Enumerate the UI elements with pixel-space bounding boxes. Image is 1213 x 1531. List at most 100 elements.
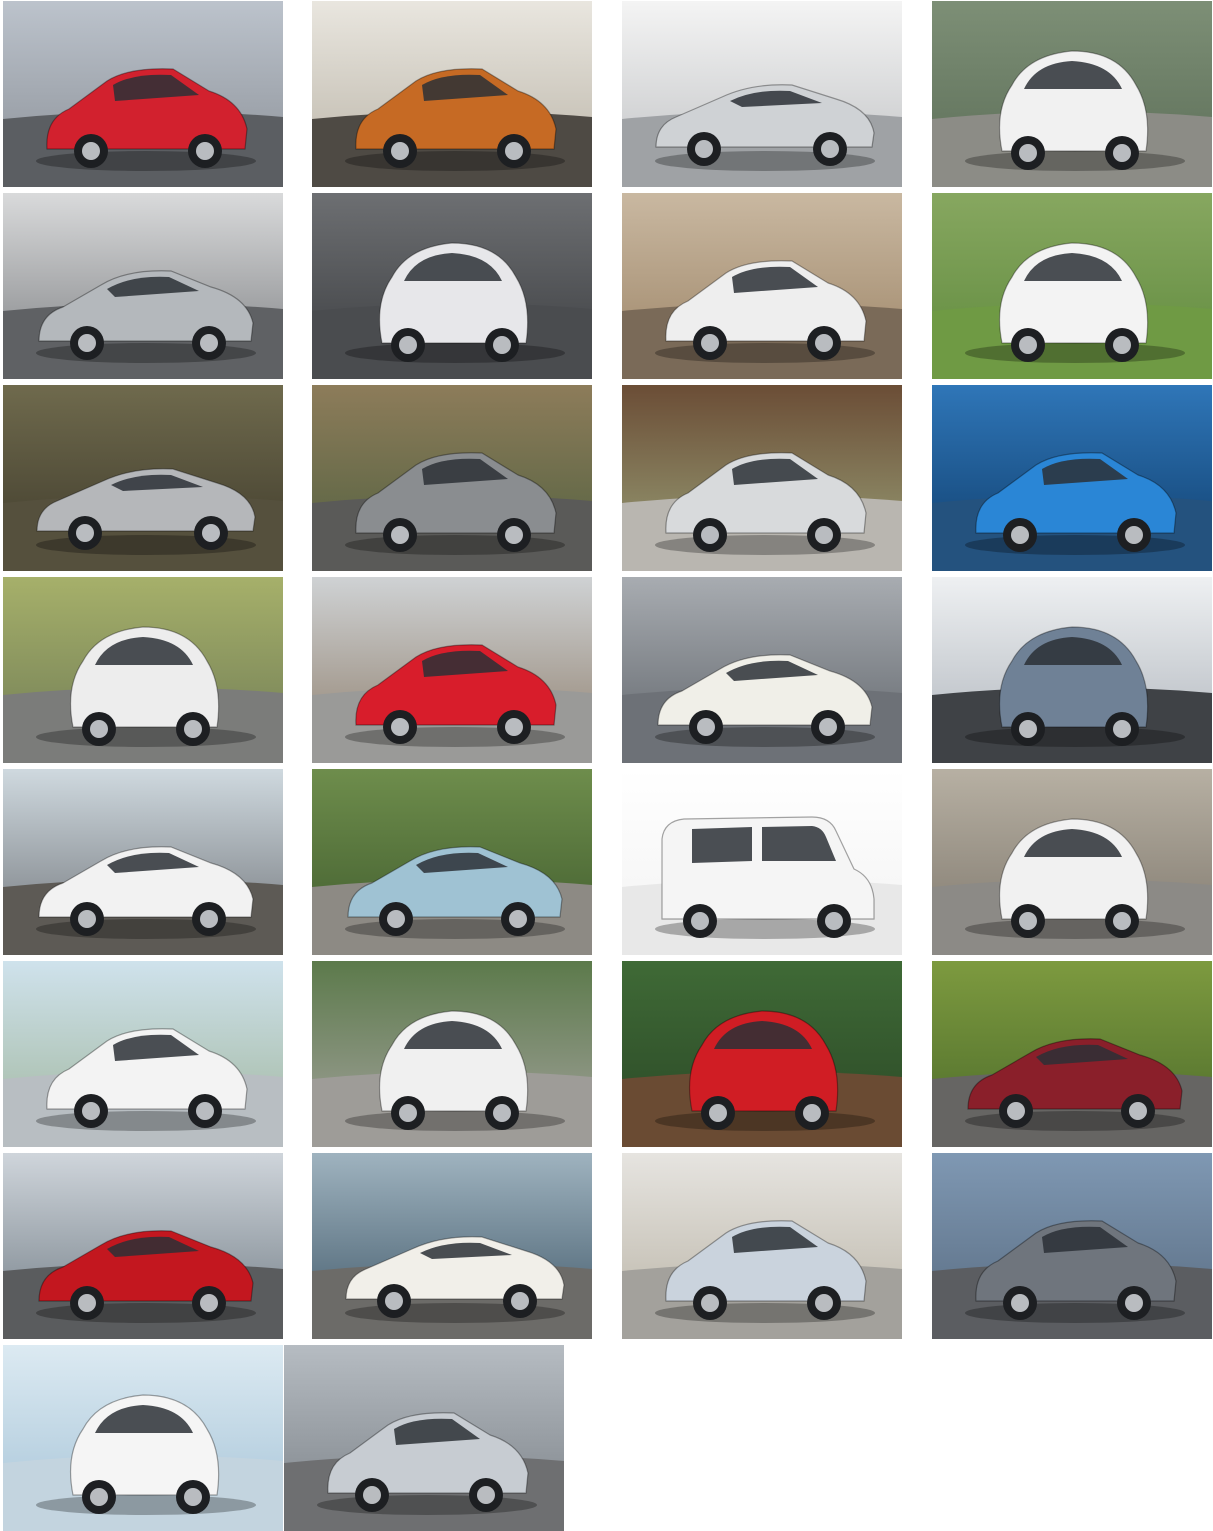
- car-rim: [90, 720, 108, 738]
- car-rim: [200, 910, 218, 928]
- car-rim: [82, 1102, 100, 1120]
- blue-sedan-garden-photo: [312, 769, 592, 955]
- car-shadow: [345, 151, 565, 171]
- car-rim: [78, 1294, 96, 1312]
- car-rim: [363, 1486, 381, 1504]
- white-hatchback-park-photo: [3, 961, 283, 1147]
- car-rim: [815, 526, 833, 544]
- car-rim: [493, 336, 511, 354]
- car-shadow: [655, 1303, 875, 1323]
- car-photo-image: [622, 769, 902, 955]
- white-microcar-photo: [932, 1, 1212, 187]
- car-photo-image: [312, 577, 592, 763]
- car-rim: [82, 142, 100, 160]
- car-photo-image: [3, 1345, 283, 1531]
- car-rim: [202, 524, 220, 542]
- red-sedan-motion-photo: [932, 961, 1212, 1147]
- white-two-seater-street-photo: [932, 769, 1212, 955]
- car-rim: [196, 142, 214, 160]
- car-rim: [821, 140, 839, 158]
- car-rim: [701, 526, 719, 544]
- car-shadow: [36, 727, 256, 747]
- car-photo-image: [932, 769, 1212, 955]
- car-photo-image: [622, 1153, 902, 1339]
- white-three-wheeler-photo: [932, 193, 1212, 379]
- car-rim: [709, 1104, 727, 1122]
- car-shadow: [965, 1303, 1185, 1323]
- car-rim: [184, 1488, 202, 1506]
- car-window: [692, 826, 836, 863]
- grey-hatchback-city-photo: [932, 1153, 1212, 1339]
- blue-hatchback-bridge-photo: [932, 385, 1212, 571]
- car-rim: [505, 526, 523, 544]
- car-rim: [200, 334, 218, 352]
- car-rim: [387, 910, 405, 928]
- car-shadow: [36, 1495, 256, 1515]
- car-shadow: [345, 535, 565, 555]
- car-shadow: [36, 1111, 256, 1131]
- car-rim: [701, 1294, 719, 1312]
- white-sedan-tunnel-photo: [622, 577, 902, 763]
- white-crossover-desert-photo: [622, 193, 902, 379]
- car-shadow: [655, 535, 875, 555]
- car-rim: [78, 334, 96, 352]
- car-photo-image: [622, 193, 902, 379]
- car-rim: [695, 140, 713, 158]
- car-shadow: [655, 1111, 875, 1131]
- car-photo-image: [312, 1, 592, 187]
- car-photo-image: [3, 577, 283, 763]
- car-photo-image: [932, 1, 1212, 187]
- red-hatchback-photo: [3, 1, 283, 187]
- car-rim: [78, 910, 96, 928]
- car-rim: [819, 718, 837, 736]
- silver-mpv-charging-photo: [622, 385, 902, 571]
- car-rim: [1113, 720, 1131, 738]
- car-rim: [196, 1102, 214, 1120]
- car-rim: [1019, 720, 1037, 738]
- car-photo-image: [3, 1153, 283, 1339]
- car-rim: [505, 142, 523, 160]
- car-rim: [391, 718, 409, 736]
- car-rim: [399, 336, 417, 354]
- car-rim: [803, 1104, 821, 1122]
- car-rim: [477, 1486, 495, 1504]
- car-photo-image: [932, 193, 1212, 379]
- car-rim: [825, 912, 843, 930]
- car-rim: [1019, 144, 1037, 162]
- car-rim: [385, 1292, 403, 1310]
- car-photo-image: [932, 1153, 1212, 1339]
- car-shadow: [345, 727, 565, 747]
- grey-hatchback-motion-photo: [312, 385, 592, 571]
- car-rim: [399, 1104, 417, 1122]
- red-hatchback-building-photo: [312, 577, 592, 763]
- car-photo-image: [312, 193, 592, 379]
- blue-grey-minicar-photo: [932, 577, 1212, 763]
- car-photo-image: [312, 961, 592, 1147]
- red-mini-suv-photo: [622, 961, 902, 1147]
- car-rim: [200, 1294, 218, 1312]
- car-photo-image: [622, 961, 902, 1147]
- car-shadow: [965, 535, 1185, 555]
- car-rim: [1113, 144, 1131, 162]
- car-rim: [691, 912, 709, 930]
- car-rim: [184, 720, 202, 738]
- white-van-photo: [622, 769, 902, 955]
- red-sedan-coast-photo: [3, 1153, 283, 1339]
- car-rim: [1113, 912, 1131, 930]
- car-photo-image: [3, 961, 283, 1147]
- silver-hatchback-urban-photo: [284, 1345, 564, 1531]
- car-rim: [1011, 526, 1029, 544]
- car-photo-image: [3, 193, 283, 379]
- car-rim: [701, 334, 719, 352]
- car-rim: [391, 526, 409, 544]
- car-photo-image: [312, 769, 592, 955]
- car-rim: [815, 1294, 833, 1312]
- car-rim: [90, 1488, 108, 1506]
- car-shadow: [345, 343, 565, 363]
- white-roadster-photo: [312, 1153, 592, 1339]
- car-rim: [1129, 1102, 1147, 1120]
- car-photo-image: [622, 385, 902, 571]
- silver-sports-car-photo: [3, 385, 283, 571]
- car-rim: [1007, 1102, 1025, 1120]
- car-photo-image: [284, 1345, 564, 1531]
